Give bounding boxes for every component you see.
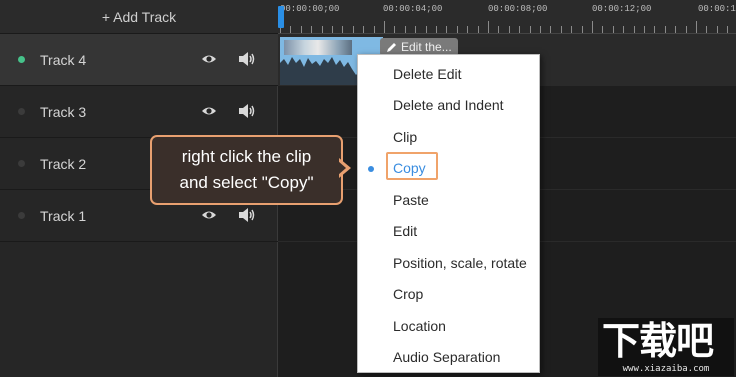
ruler-tick	[675, 26, 677, 33]
ruler-tick	[581, 26, 583, 33]
speaker-icon[interactable]	[238, 103, 256, 119]
add-track-button[interactable]: + Add Track	[0, 0, 278, 34]
ruler-tick	[404, 26, 406, 33]
callout-line-1: right click the clip	[181, 147, 312, 166]
ruler-tick	[373, 26, 375, 33]
menu-item-label: Copy	[393, 159, 426, 176]
ruler-tick	[706, 26, 708, 33]
ruler-tick	[332, 26, 333, 33]
time-ruler[interactable]: 00:00:00;00 00:00:04;00 00:00:08;00 00:0…	[278, 0, 736, 34]
context-menu: Delete Edit Delete and Indent Clip Copy …	[357, 54, 540, 373]
ruler-tick	[602, 26, 604, 33]
playhead-handle[interactable]	[278, 6, 284, 28]
track-row-3[interactable]: Track 3	[0, 86, 278, 138]
ruler-tick	[540, 26, 541, 33]
track-name: Track 1	[40, 207, 87, 224]
ruler-label: 00:00:04;00	[383, 4, 443, 14]
ruler-tick	[384, 21, 385, 33]
speaker-icon[interactable]	[238, 207, 256, 223]
ruler-label: 00:00:12;00	[592, 4, 652, 14]
ruler-label: 00:00:00;00	[280, 4, 340, 14]
ruler-tick	[290, 26, 292, 33]
ruler-tick	[654, 26, 656, 33]
menu-item-label: Clip	[393, 128, 418, 145]
watermark: 下载吧 www.xiazaiba.com	[598, 318, 734, 376]
menu-item-label: Position, scale, rotate	[393, 254, 527, 271]
track-status-dot	[18, 212, 25, 219]
ruler-tick	[300, 26, 302, 33]
editor-window: + Add Track Track 4 Track 3 Track 2 Trac…	[0, 0, 736, 377]
menu-item-location[interactable]: Location	[358, 310, 539, 341]
callout-line-2: and select "Copy"	[179, 173, 314, 192]
pencil-icon	[387, 42, 396, 52]
menu-item-label: Paste	[393, 191, 429, 208]
ruler-tick	[508, 26, 510, 33]
add-track-label: + Add Track	[101, 8, 177, 25]
menu-item-delete-and-indent[interactable]: Delete and Indent	[358, 89, 539, 120]
menu-item-label: Edit	[393, 222, 418, 239]
ruler-tick	[425, 26, 427, 33]
ruler-tick	[311, 26, 313, 33]
ruler-tick	[436, 26, 437, 33]
eye-icon[interactable]	[201, 209, 217, 221]
menu-item-copy[interactable]: Copy	[358, 152, 539, 183]
ruler-tick	[612, 26, 614, 33]
track-status-dot	[18, 160, 25, 167]
menu-item-paste[interactable]: Paste	[358, 184, 539, 215]
menu-item-label: Audio Separation	[393, 348, 501, 365]
eye-icon[interactable]	[201, 105, 217, 117]
ruler-tick	[477, 26, 479, 33]
ruler-tick	[664, 26, 666, 33]
track-status-dot	[18, 108, 25, 115]
clip-edit-label: Edit the...	[401, 40, 452, 54]
ruler-tick	[685, 26, 687, 33]
menu-item-label: Delete and Indent	[393, 96, 504, 113]
ruler-tick	[560, 26, 562, 33]
ruler-tick	[519, 26, 521, 33]
menu-item-label: Crop	[393, 285, 424, 302]
track-row-4[interactable]: Track 4	[0, 34, 278, 86]
menu-item-label: Location	[393, 317, 446, 334]
ruler-tick	[623, 26, 625, 33]
menu-item-delete-edit[interactable]: Delete Edit	[358, 58, 539, 89]
ruler-tick	[592, 21, 593, 33]
ruler-tick	[644, 26, 645, 33]
ruler-tick	[571, 26, 573, 33]
menu-item-position-scale-rotate[interactable]: Position, scale, rotate	[358, 247, 539, 278]
menu-item-crop[interactable]: Crop	[358, 278, 539, 309]
ruler-tick	[467, 26, 469, 33]
ruler-label: 00:00:1	[698, 4, 736, 14]
ruler-tick	[498, 26, 500, 33]
speaker-icon[interactable]	[238, 51, 256, 67]
track-name: Track 4	[40, 51, 87, 68]
track-name: Track 2	[40, 155, 87, 172]
menu-item-clip[interactable]: Clip	[358, 121, 539, 152]
instruction-callout: right click the clip and select "Copy"	[150, 135, 343, 205]
ruler-tick	[321, 26, 323, 33]
track-name: Track 3	[40, 103, 87, 120]
ruler-tick	[716, 26, 718, 33]
ruler-tick	[456, 26, 458, 33]
menu-item-edit[interactable]: Edit	[358, 215, 539, 246]
ruler-tick	[727, 26, 729, 33]
watermark-url: www.xiazaiba.com	[622, 364, 710, 374]
ruler-tick	[696, 21, 697, 33]
ruler-tick	[342, 26, 344, 33]
ruler-tick	[446, 26, 448, 33]
watermark-logo: 下载吧	[602, 319, 714, 363]
ruler-tick	[363, 26, 365, 33]
callout-arrow-inner	[338, 161, 346, 175]
ruler-tick	[352, 26, 354, 33]
ruler-tick	[394, 26, 396, 33]
ruler-label: 00:00:08;00	[488, 4, 548, 14]
ruler-tick	[550, 26, 552, 33]
track-status-dot	[18, 56, 25, 63]
menu-item-audio-separation[interactable]: Audio Separation	[358, 341, 539, 372]
menu-item-label: Delete Edit	[393, 65, 462, 82]
ruler-tick	[415, 26, 417, 33]
eye-icon[interactable]	[201, 53, 217, 65]
ruler-tick	[633, 26, 635, 33]
ruler-tick	[488, 21, 489, 33]
ruler-tick	[529, 26, 531, 33]
